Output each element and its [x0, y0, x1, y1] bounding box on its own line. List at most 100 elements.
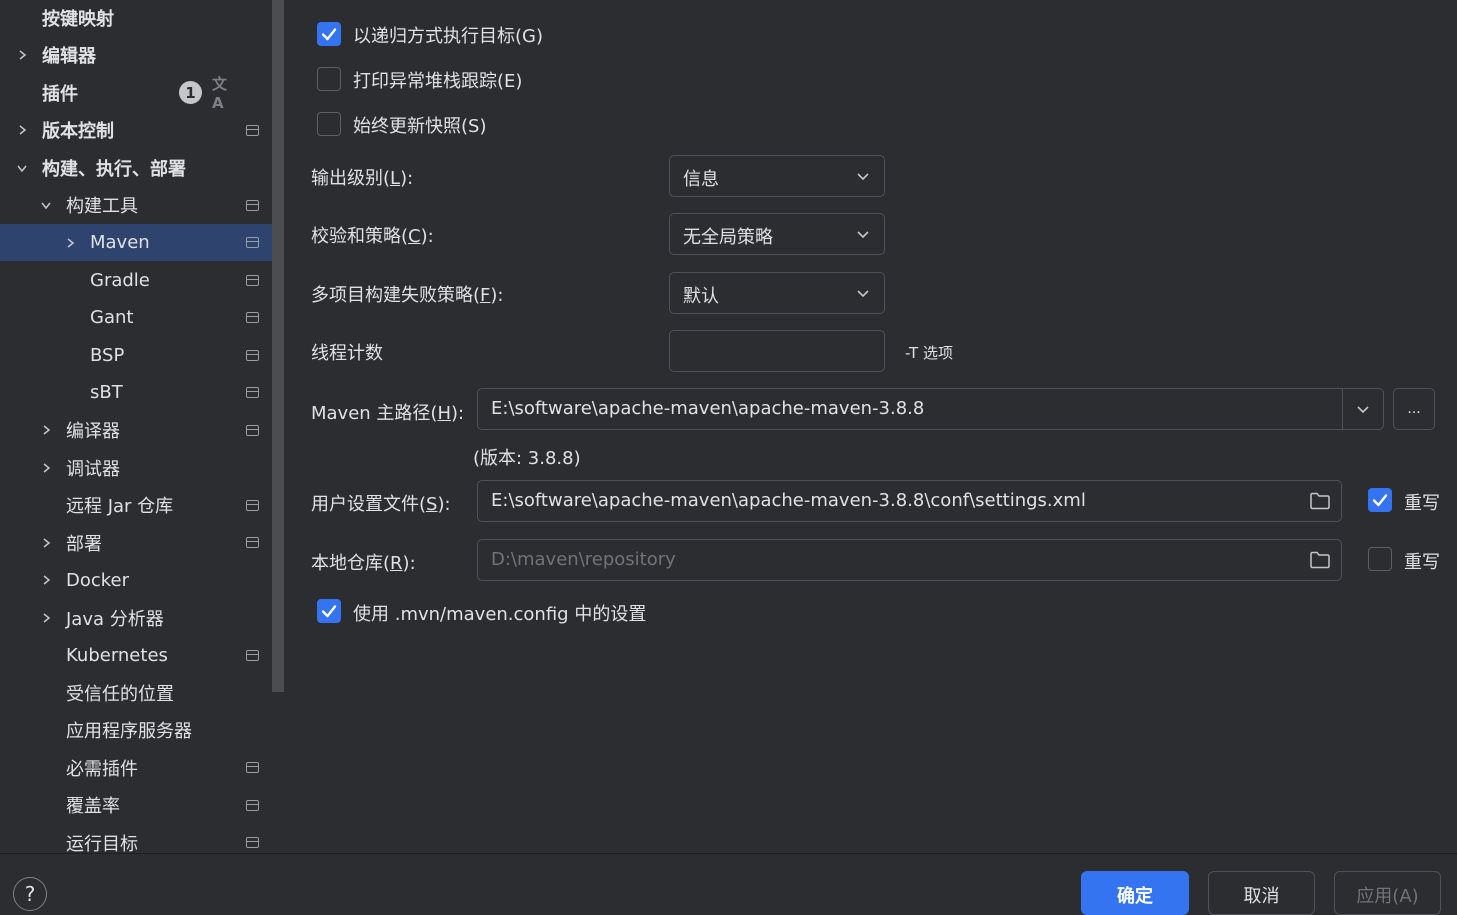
sidebar-item[interactable]: 运行目标 [0, 824, 272, 853]
user-settings-input[interactable]: E:\software\apache-maven\apache-maven-3.… [477, 480, 1342, 522]
sidebar-item-label: 受信任的位置 [66, 683, 174, 705]
checksum-policy-select[interactable]: 无全局策略 [669, 213, 885, 255]
chevron-down-icon[interactable] [1356, 404, 1370, 414]
sidebar-item-label: Gradle [90, 269, 150, 291]
sidebar-item[interactable]: Kubernetes [0, 637, 272, 674]
sidebar-item[interactable]: 应用程序服务器 [0, 712, 272, 749]
sidebar-item[interactable]: Java 分析器 [0, 599, 272, 636]
thread-count-input[interactable] [669, 330, 885, 372]
sidebar-item-label: Docker [66, 569, 130, 591]
project-scope-icon [246, 124, 259, 136]
chevron-right-icon[interactable] [40, 424, 52, 436]
output-level-select[interactable]: 信息 [669, 155, 885, 197]
maven-version-text: (版本: 3.8.8) [473, 448, 581, 469]
checkmark-icon [321, 605, 337, 618]
update-count-badge: 1 [179, 81, 202, 104]
user-settings-override-label[interactable]: 重写 [1404, 489, 1440, 515]
sidebar-item-label: 插件 [42, 83, 78, 105]
sidebar-item-label: Kubernetes [66, 644, 168, 666]
user-settings-label: 用户设置文件(S): [311, 494, 451, 515]
sidebar-item-label: 覆盖率 [66, 796, 120, 817]
use-mvn-config-checkbox[interactable] [317, 599, 341, 623]
project-scope-icon [246, 274, 259, 286]
chevron-right-icon[interactable] [40, 537, 52, 549]
sidebar-item[interactable]: 调试器 [0, 449, 272, 486]
local-repo-input[interactable]: D:\maven\repository [477, 539, 1342, 581]
folder-icon[interactable] [1309, 491, 1331, 511]
use-mvn-config-label[interactable]: 使用 .mvn/maven.config 中的设置 [353, 600, 646, 626]
sidebar-item[interactable]: Maven [0, 224, 272, 261]
folder-icon[interactable] [1309, 550, 1331, 570]
chevron-right-icon[interactable] [16, 124, 28, 136]
sidebar-item[interactable]: Gradle [0, 262, 272, 299]
sidebar-item[interactable]: 构建、执行、部署 [0, 149, 272, 186]
project-scope-icon [246, 799, 259, 811]
sidebar-scrollbar-thumb[interactable] [272, 0, 284, 692]
help-button[interactable]: ? [13, 877, 47, 911]
translate-icon: 文A [212, 75, 228, 112]
sidebar-item-label: BSP [90, 344, 125, 366]
output-level-label: 输出级别(L): [311, 168, 414, 189]
chevron-down-icon [857, 231, 869, 239]
chevron-right-icon[interactable] [64, 237, 76, 249]
checkmark-icon [321, 28, 337, 41]
user-settings-override-checkbox[interactable] [1368, 488, 1392, 512]
user-settings-value: E:\software\apache-maven\apache-maven-3.… [491, 490, 1086, 511]
sidebar-item-label: 应用程序服务器 [66, 721, 192, 742]
ok-button[interactable]: 确定 [1081, 871, 1189, 915]
maven-home-combo[interactable]: E:\software\apache-maven\apache-maven-3.… [477, 388, 1384, 430]
sidebar-item-label: 远程 Jar 仓库 [66, 496, 174, 517]
sidebar-item[interactable]: 构建工具 [0, 187, 272, 224]
chevron-right-icon[interactable] [40, 462, 52, 474]
apply-button[interactable]: 应用(A) [1334, 871, 1441, 915]
sidebar-item[interactable]: 插件 1 文A [0, 74, 272, 112]
sidebar-item-label: 构建、执行、部署 [42, 158, 186, 180]
chevron-right-icon[interactable] [16, 49, 28, 61]
always-update-checkbox[interactable] [317, 112, 341, 136]
chevron-right-icon[interactable] [40, 612, 52, 624]
print-stack-checkbox[interactable] [317, 67, 341, 91]
project-scope-icon [246, 499, 259, 511]
settings-sidebar: 按键映射编辑器插件 1 文A 版本控制构建、执行、部署构建工具 Maven Gradle G… [0, 0, 272, 853]
sidebar-item[interactable]: 部署 [0, 524, 272, 561]
sidebar-item[interactable]: 覆盖率 [0, 787, 272, 824]
sidebar-item[interactable]: 编译器 [0, 412, 272, 449]
sidebar-item[interactable]: BSP [0, 337, 272, 374]
project-scope-icon [246, 387, 259, 398]
project-scope-icon [246, 649, 259, 661]
sidebar-item[interactable]: Gant [0, 299, 272, 336]
chevron-down-icon[interactable] [40, 199, 52, 211]
dialog-footer: ? 确定 取消 应用(A) [0, 853, 1457, 915]
sidebar-item[interactable]: 必需插件 [0, 749, 272, 786]
sidebar-item[interactable]: 受信任的位置 [0, 674, 272, 711]
local-repo-override-label[interactable]: 重写 [1404, 548, 1440, 574]
output-level-value: 信息 [683, 169, 719, 190]
sidebar-item-label: 按键映射 [42, 8, 114, 30]
print-stack-label[interactable]: 打印异常堆栈跟踪(E) [353, 67, 522, 93]
chevron-right-icon[interactable] [40, 574, 52, 586]
project-scope-icon [246, 237, 259, 248]
sidebar-item[interactable]: sBT [0, 374, 272, 411]
cancel-button[interactable]: 取消 [1208, 871, 1315, 915]
sidebar-item-label: 编辑器 [42, 46, 96, 67]
sidebar-item[interactable]: Docker [0, 562, 272, 599]
sidebar-item[interactable]: 远程 Jar 仓库 [0, 487, 272, 524]
checksum-policy-label: 校验和策略(C): [311, 226, 434, 247]
sidebar-item[interactable]: 按键映射 [0, 0, 272, 36]
local-repo-override-checkbox[interactable] [1368, 547, 1392, 571]
maven-home-browse-button[interactable]: ... [1393, 388, 1435, 430]
recursive-label[interactable]: 以递归方式执行目标(G) [353, 22, 543, 48]
recursive-checkbox[interactable] [317, 22, 341, 46]
maven-home-value: E:\software\apache-maven\apache-maven-3.… [491, 398, 925, 419]
thread-count-hint: -T 选项 [905, 344, 953, 362]
sidebar-item[interactable]: 编辑器 [0, 37, 272, 74]
chevron-down-icon[interactable] [16, 162, 28, 174]
maven-settings-panel: 以递归方式执行目标(G) 打印异常堆栈跟踪(E) 始终更新快照(S) 输出级别(… [285, 0, 1457, 853]
always-update-label[interactable]: 始终更新快照(S) [353, 112, 486, 138]
sidebar-item-label: Maven [90, 232, 150, 253]
local-repo-label: 本地仓库(R): [311, 553, 416, 574]
sidebar-item[interactable]: 版本控制 [0, 112, 272, 149]
checksum-policy-value: 无全局策略 [683, 227, 773, 248]
fail-policy-select[interactable]: 默认 [669, 272, 885, 314]
local-repo-value: D:\maven\repository [491, 549, 676, 570]
